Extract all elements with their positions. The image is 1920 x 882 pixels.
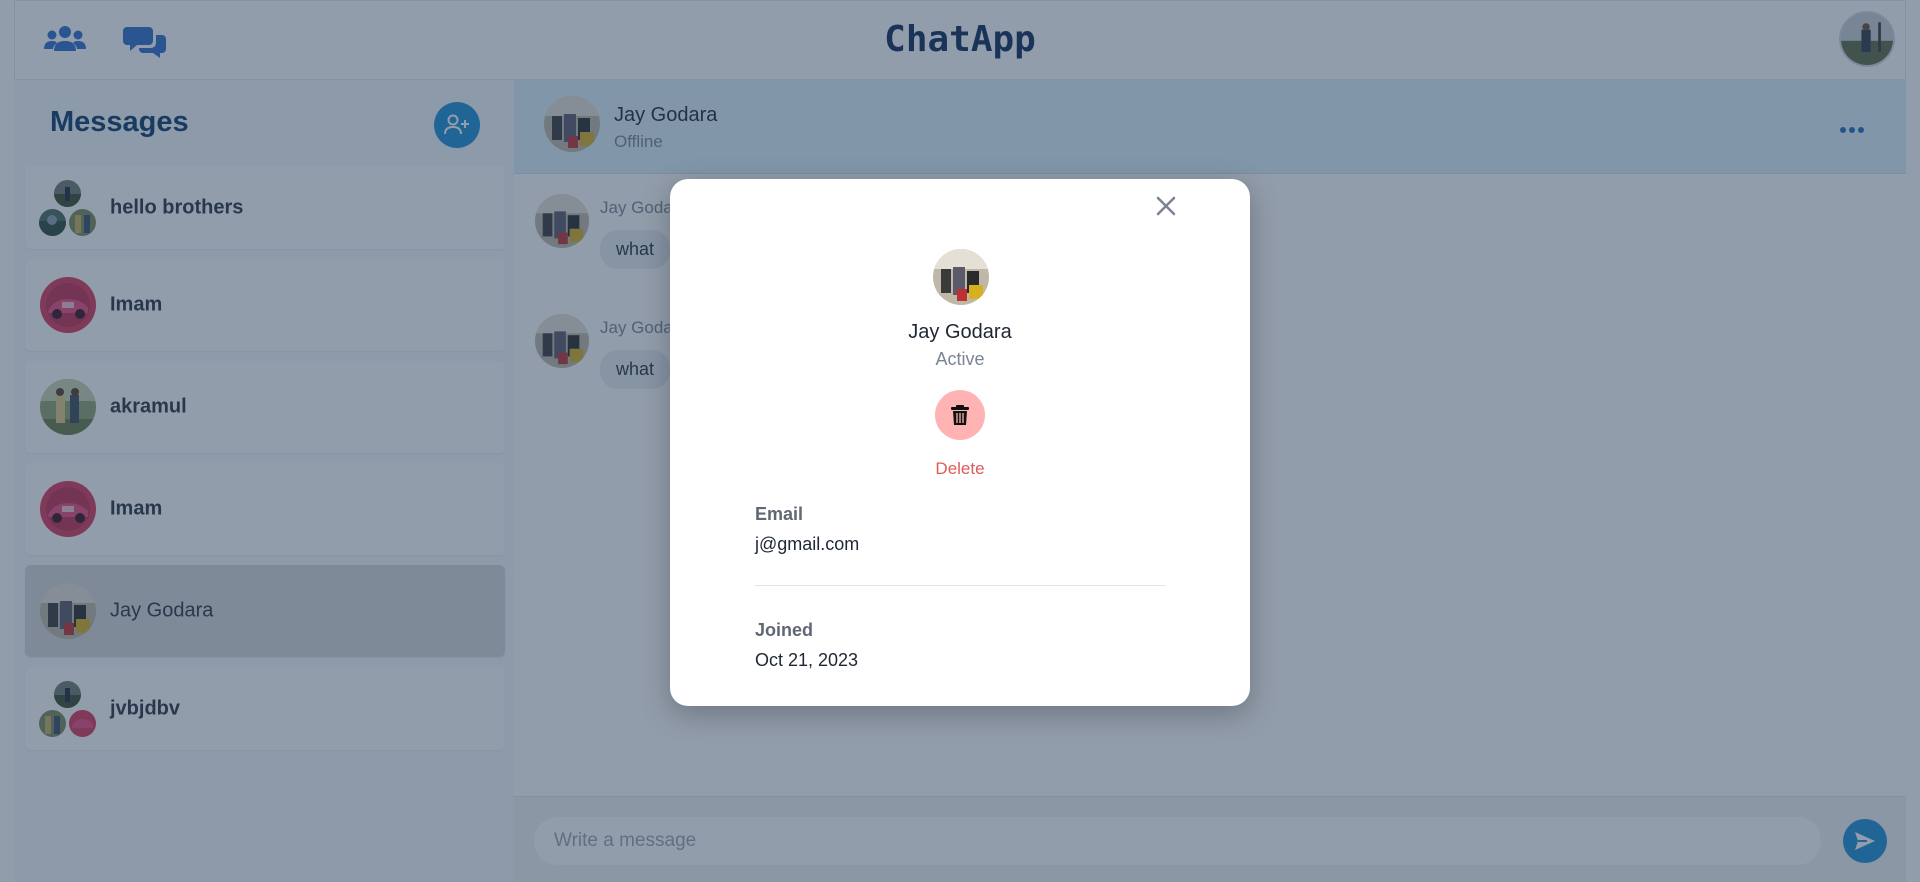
email-value: j@gmail.com (755, 534, 860, 554)
delete-button[interactable] (935, 390, 985, 440)
profile-name: Jay Godara (908, 321, 1012, 343)
divider (755, 585, 1166, 586)
delete-label[interactable]: Delete (670, 459, 1250, 479)
close-icon[interactable] (1153, 193, 1179, 219)
joined-value: Oct 21, 2023 (755, 650, 859, 670)
profile-modal: Jay Godara Active Delete Email j@gmail.c… (670, 179, 1250, 706)
trash-icon (951, 405, 969, 425)
profile-avatar (933, 249, 989, 305)
email-label: Email (755, 504, 804, 524)
joined-label: Joined (755, 620, 814, 640)
profile-status: Active (935, 349, 985, 369)
